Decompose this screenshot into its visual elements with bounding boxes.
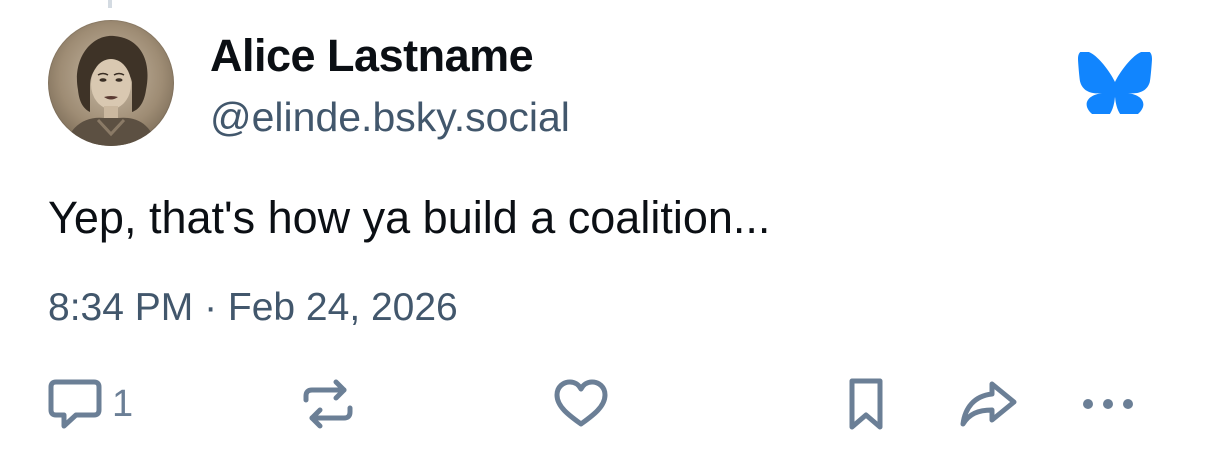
reply-count: 1 [112,382,134,425]
bookmark-icon [844,375,888,433]
author-display-name[interactable]: Alice Lastname [210,30,534,82]
like-button[interactable] [552,374,610,434]
share-arrow-icon [958,376,1020,432]
thread-connector-line [108,0,112,8]
repost-button[interactable] [300,374,356,434]
bookmark-button[interactable] [844,374,888,434]
ellipsis-icon [1080,394,1138,414]
share-button[interactable] [958,374,1020,434]
bluesky-butterfly-icon[interactable] [1078,50,1152,119]
reply-button[interactable]: 1 [46,374,133,434]
avatar[interactable] [48,20,174,146]
author-handle[interactable]: @elinde.bsky.social [210,94,570,141]
repost-arrows-icon [300,376,356,432]
avatar-portrait [66,35,156,146]
more-options-button[interactable] [1080,374,1138,434]
heart-icon [552,376,610,432]
speech-bubble-icon [46,376,104,432]
post-text: Yep, that's how ya build a coalition... [48,192,771,243]
post-timestamp[interactable]: 8:34 PM · Feb 24, 2026 [48,286,458,330]
